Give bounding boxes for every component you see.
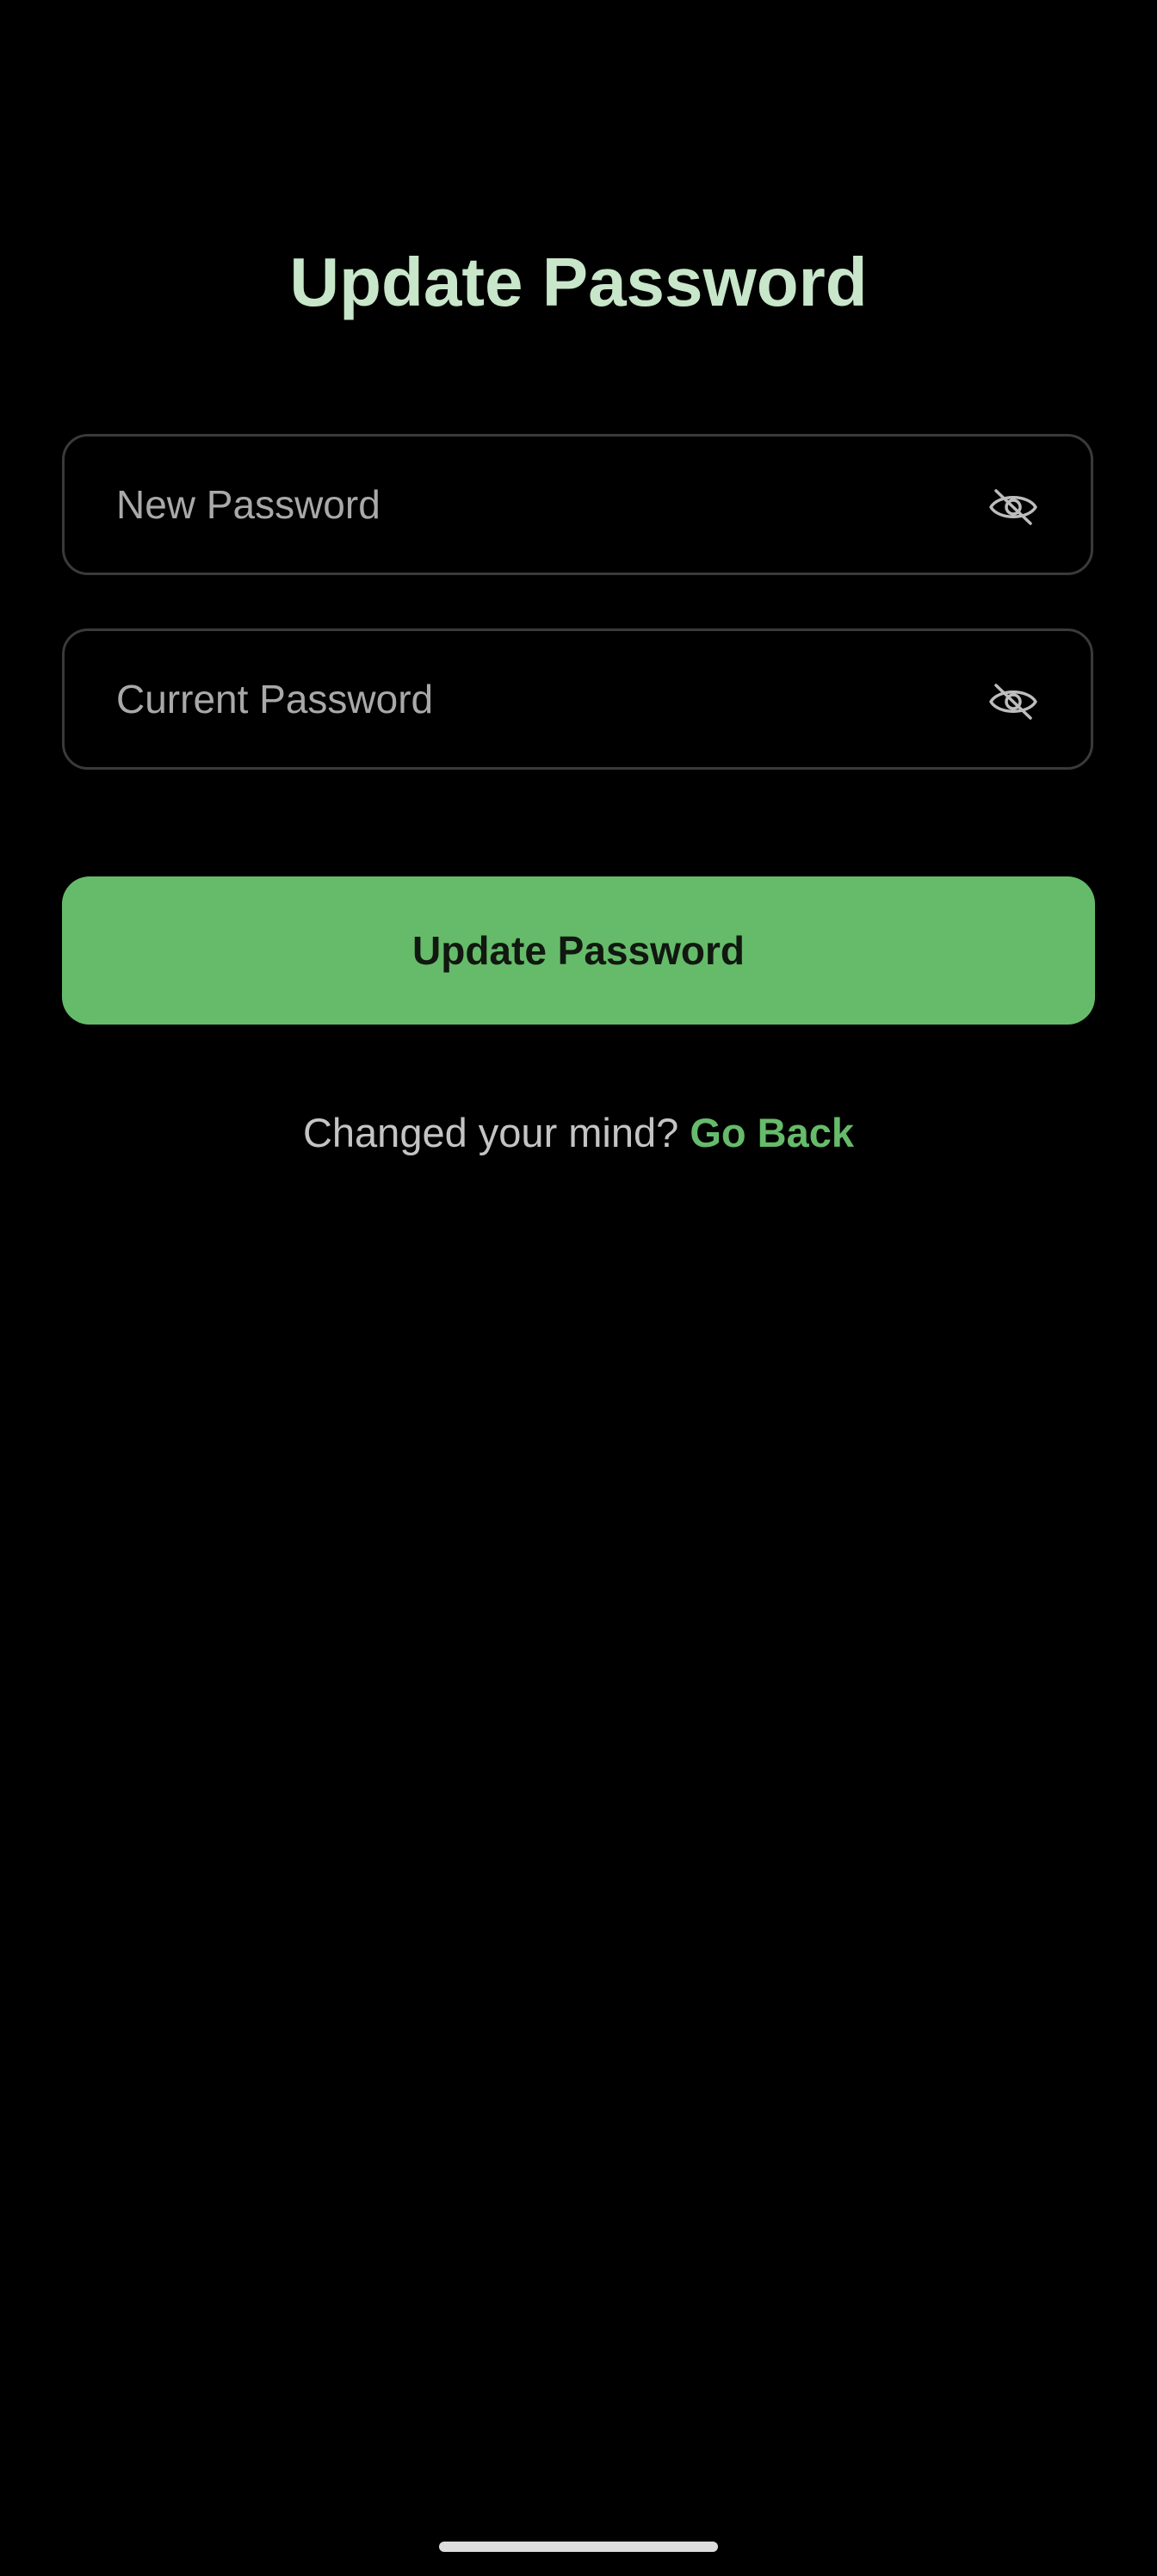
update-password-screen: Update Password Update Password Changed … [0,0,1157,2576]
new-password-field[interactable] [62,434,1093,575]
eye-off-icon[interactable] [986,674,1041,729]
home-indicator[interactable] [439,2542,718,2552]
eye-off-icon[interactable] [986,480,1041,535]
go-back-link[interactable]: Go Back [690,1110,854,1155]
current-password-input[interactable] [116,656,986,742]
new-password-input[interactable] [116,461,986,548]
update-password-button[interactable]: Update Password [62,876,1095,1025]
current-password-field[interactable] [62,629,1093,770]
footer-prompt-line: Changed your mind? Go Back [0,1102,1157,1164]
changed-mind-text: Changed your mind? [302,1110,679,1155]
page-title: Update Password [289,244,868,320]
